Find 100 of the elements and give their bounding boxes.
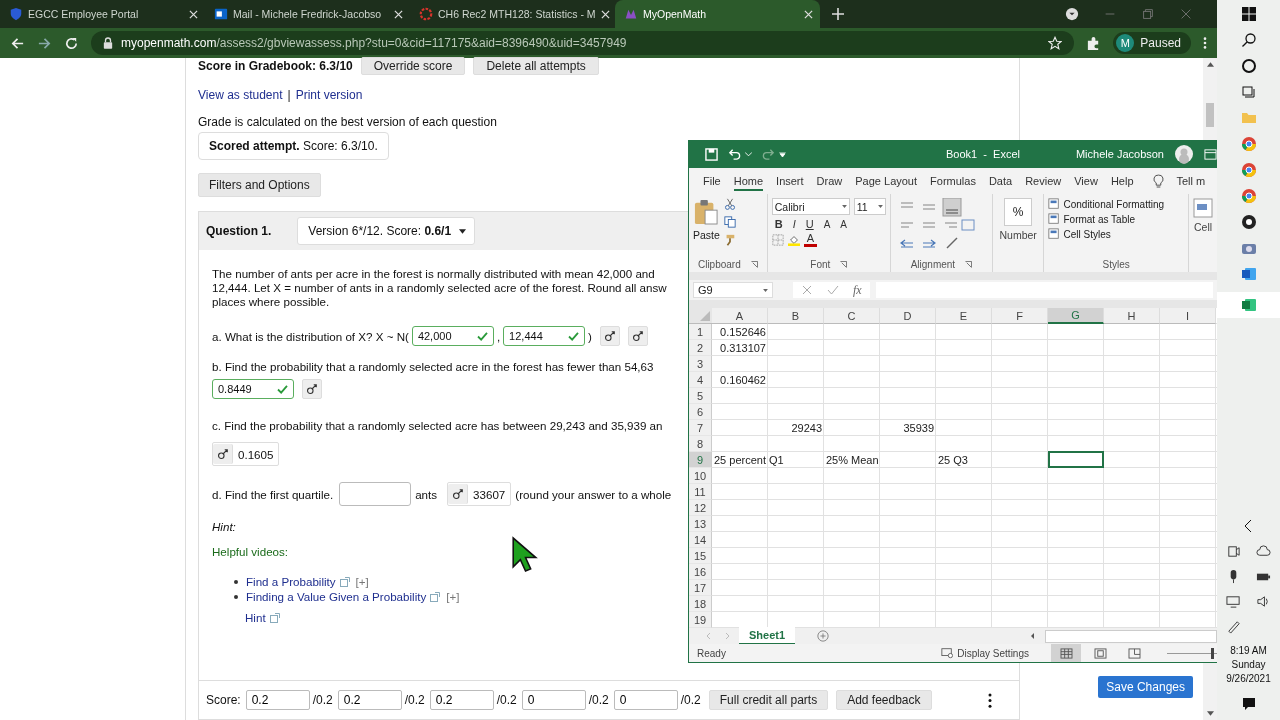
column-header[interactable]: I — [1160, 308, 1216, 324]
gradebook-button[interactable]: Override score — [360, 57, 466, 75]
launcher-icon[interactable] — [750, 260, 758, 268]
score-button[interactable]: Add feedback — [836, 690, 932, 710]
tell-me-field[interactable]: Tell m — [1176, 171, 1206, 191]
avatar-icon[interactable] — [1174, 144, 1194, 164]
show-answer-button[interactable] — [600, 326, 620, 346]
row-header[interactable]: 11 — [689, 484, 712, 500]
insert-function-button[interactable]: fx — [853, 282, 862, 298]
caret-icon[interactable] — [745, 151, 752, 157]
browser-tab[interactable]: Mail - Michele Fredrick-Jacobso — [205, 0, 410, 28]
spreadsheet-cell[interactable]: 35939 — [880, 420, 936, 436]
reload-icon[interactable] — [64, 35, 79, 51]
font-style-button[interactable]: I — [789, 218, 799, 230]
gradebook-button[interactable]: Delete all attempts — [473, 57, 599, 75]
ribbon-tab[interactable]: Formulas — [930, 171, 976, 191]
display-settings-icon[interactable] — [941, 647, 954, 659]
row-header[interactable]: 9 — [689, 452, 712, 468]
video-link[interactable]: Find a Probability — [246, 575, 336, 588]
save-icon[interactable] — [705, 147, 718, 161]
zoom-thumb[interactable] — [1210, 647, 1214, 659]
horizontal-scrollbar[interactable] — [1045, 629, 1217, 643]
hint-link[interactable]: Hint — [245, 611, 266, 624]
ribbon-tab[interactable]: Insert — [776, 171, 804, 191]
row-header[interactable]: 18 — [689, 596, 712, 612]
row-header[interactable]: 6 — [689, 404, 712, 420]
ribbon-tab[interactable]: Draw — [816, 171, 843, 191]
spreadsheet-app-icon[interactable] — [1240, 297, 1257, 313]
answer-field[interactable]: 12,444 — [503, 326, 586, 346]
view-button[interactable] — [1051, 644, 1081, 662]
answer-field[interactable] — [339, 482, 412, 506]
column-header[interactable]: H — [1104, 308, 1160, 324]
scored-attempt-box[interactable]: Scored attempt. Score: 6.3/10. — [198, 132, 389, 160]
bookmark-star-icon[interactable] — [1048, 36, 1063, 50]
row-header[interactable]: 5 — [689, 388, 712, 404]
column-header[interactable]: G — [1048, 308, 1104, 324]
profile-button[interactable]: M Paused — [1113, 32, 1191, 54]
row-header[interactable]: 17 — [689, 580, 712, 596]
score-button[interactable]: Full credit all parts — [708, 690, 829, 710]
fill-color-icon[interactable] — [787, 234, 800, 246]
scroll-down-icon[interactable] — [1206, 711, 1214, 716]
meet-icon[interactable] — [1225, 544, 1241, 559]
row-header[interactable]: 14 — [689, 532, 712, 548]
font-size-button[interactable]: A — [837, 218, 850, 230]
styles-menu-item[interactable]: Conditional Formatting — [1048, 198, 1184, 210]
answer-field[interactable]: 0.8449 — [212, 379, 294, 399]
browser-icon[interactable] — [1240, 162, 1257, 178]
score-field[interactable]: 0 — [613, 690, 678, 710]
speaker-icon[interactable] — [1255, 594, 1271, 609]
expand-link[interactable]: [+] — [446, 590, 460, 603]
sheet-tab[interactable]: Sheet1 — [739, 627, 796, 645]
column-header[interactable]: D — [880, 308, 936, 324]
paste-button[interactable]: Paste — [693, 198, 720, 256]
spreadsheet-cell[interactable]: 25 percent Q1 — [712, 452, 824, 468]
row-header[interactable]: 1 — [689, 324, 712, 340]
column-header[interactable]: C — [824, 308, 880, 324]
ribbon-tab[interactable]: View — [1074, 171, 1098, 191]
spreadsheet-cell[interactable]: 0.160462 — [712, 372, 768, 388]
row-header[interactable]: 13 — [689, 516, 712, 532]
row-header[interactable]: 19 — [689, 612, 712, 628]
browser-tab[interactable]: CH6 Rec2 MTH128: Statistics - M — [410, 0, 615, 28]
font-style-button[interactable]: B — [771, 218, 786, 230]
restore-icon[interactable] — [1141, 7, 1155, 21]
search-icon[interactable] — [1240, 32, 1257, 48]
row-header[interactable]: 3 — [689, 356, 712, 372]
font-color-button[interactable]: A — [803, 233, 818, 247]
address-bar[interactable]: myopenmath.com/assess2/gbviewassess.php?stu=0&cid=117175&aid=8396490&uid=3457949 — [91, 31, 1075, 55]
ribbon-options-icon[interactable] — [1204, 147, 1217, 161]
font-size-dropdown[interactable]: 11 — [853, 198, 886, 215]
add-sheet-icon[interactable] — [817, 630, 830, 642]
ribbon-tab[interactable]: File — [703, 171, 721, 191]
spreadsheet-cell[interactable]: 0.313107 — [712, 340, 768, 356]
new-tab-icon[interactable] — [832, 8, 844, 20]
browser-icon[interactable] — [1240, 188, 1257, 204]
record-app-icon[interactable] — [1240, 214, 1257, 230]
task-view-icon[interactable] — [1240, 84, 1257, 100]
ribbon-tab[interactable]: Home — [733, 171, 764, 191]
row-header[interactable]: 4 — [689, 372, 712, 388]
version-dropdown[interactable]: Version 6*/12. Score: 0.6/1 — [297, 217, 476, 245]
windows-start-icon[interactable] — [1240, 6, 1257, 22]
display-settings-button[interactable]: Display Settings — [957, 647, 1029, 659]
copy-icon[interactable] — [723, 216, 736, 228]
cut-icon[interactable] — [723, 198, 736, 210]
cloud-icon[interactable] — [1255, 544, 1271, 559]
launcher-icon[interactable] — [840, 260, 848, 268]
active-cell[interactable] — [1048, 451, 1104, 468]
row-header[interactable]: 16 — [689, 564, 712, 580]
view-link[interactable]: Print version — [295, 88, 363, 102]
name-box[interactable]: G9 — [693, 282, 773, 298]
ribbon-tab[interactable]: Page Layout — [855, 171, 918, 191]
browser-tab[interactable]: MyOpenMath — [615, 0, 820, 28]
circle-icon[interactable] — [1240, 58, 1257, 74]
view-link[interactable]: View as student — [198, 88, 283, 102]
pen-icon[interactable] — [1225, 619, 1241, 634]
filters-button[interactable]: Filters and Options — [198, 173, 321, 197]
styles-menu-item[interactable]: Format as Table — [1048, 213, 1184, 225]
number-format-button[interactable]: % — [1004, 198, 1033, 226]
font-size-button[interactable]: A — [820, 218, 834, 230]
row-header[interactable]: 8 — [689, 436, 712, 452]
notifications-icon[interactable] — [1240, 696, 1257, 712]
